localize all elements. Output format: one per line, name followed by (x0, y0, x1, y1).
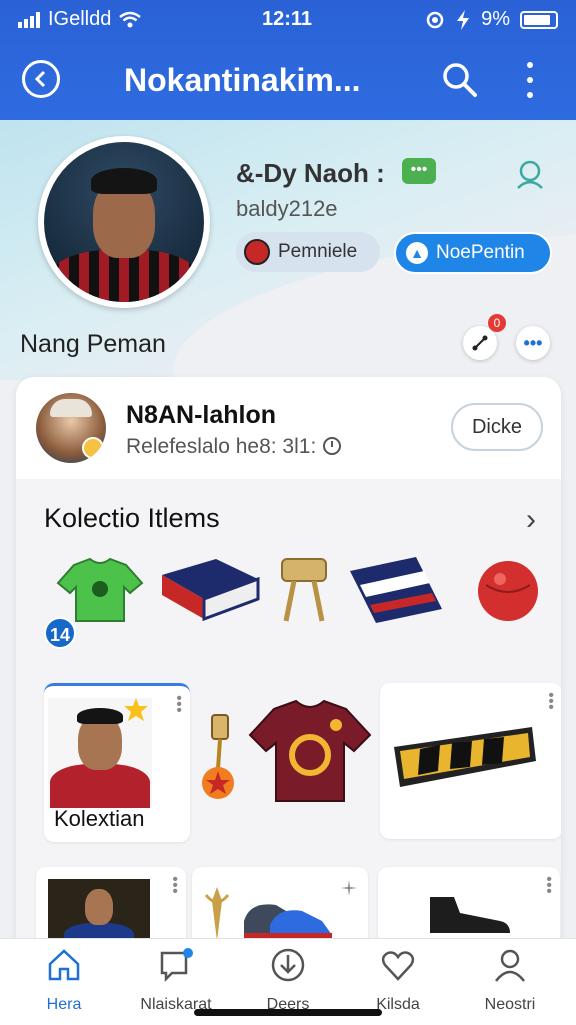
profile-handle: baldy212e (236, 196, 338, 221)
battery-icon (520, 10, 558, 29)
follow-button[interactable]: Dicke (451, 403, 543, 451)
profile-name: &-Dy Naoh : (236, 158, 385, 188)
top-bar: IGelldd 12:11 9% Nokantinakim... (0, 0, 576, 120)
nav-downloads[interactable]: Deers (238, 947, 338, 1014)
nav-profile[interactable]: Neostri (460, 947, 560, 1014)
chip-team[interactable]: Pemniele (236, 232, 380, 272)
tile-menu-icon[interactable]: • • • (548, 688, 554, 716)
card-header: N8AN-lahlon Relefeslalo he8: 3l1: Dicke (16, 377, 561, 479)
banner-scarf-item (394, 727, 536, 787)
sparkle-icon (341, 880, 357, 896)
profile-avatar[interactable] (38, 136, 210, 308)
more-options-button[interactable]: ••• (516, 326, 550, 360)
chip-team-label: Pemniele (278, 241, 358, 262)
chevron-right-icon[interactable]: › (526, 503, 536, 537)
home-indicator[interactable] (194, 1009, 382, 1016)
user-subtitle: Relefeslalo he8: 3l1: (126, 435, 342, 459)
app-bar: Nokantinakim... (0, 48, 576, 112)
team-badge-icon (244, 239, 270, 265)
red-ball-item[interactable] (476, 555, 540, 625)
sneakers-item (244, 904, 332, 939)
charging-bolt-icon (457, 9, 470, 30)
profile-subname: Nang Peman (20, 330, 166, 358)
wifi-icon (119, 11, 142, 27)
user-name: N8AN-lahlon (126, 401, 276, 429)
chat-badge-icon[interactable]: ••• (402, 158, 436, 184)
clock-icon (323, 437, 342, 455)
green-jersey-item[interactable] (54, 555, 146, 625)
chip-action[interactable]: ▲ NoePentin (394, 232, 552, 274)
collection-card: N8AN-lahlon Relefeslalo he8: 3l1: Dicke … (16, 377, 561, 997)
follow-icon[interactable] (512, 158, 548, 190)
nav-favorites[interactable]: Kilsda (348, 947, 448, 1014)
folded-scarf-item[interactable] (156, 555, 262, 625)
battery-percent: 9% (481, 8, 510, 30)
medal-key-icon (202, 714, 234, 799)
home-icon (48, 949, 80, 981)
nav-messages[interactable]: Nlaiskarat (126, 947, 226, 1014)
tile-label: Kolextian (54, 806, 145, 831)
person-icon (495, 949, 525, 982)
search-icon[interactable] (440, 60, 480, 100)
chat-icon (160, 948, 193, 983)
status-bar: IGelldd 12:11 9% (0, 0, 576, 40)
star-badge-icon (124, 698, 148, 721)
collection-items-row (44, 555, 544, 645)
red-jersey-item (248, 699, 372, 802)
striped-scarf-item[interactable] (346, 555, 446, 625)
app-title: Nokantinakim... (124, 62, 361, 98)
share-button[interactable] (463, 326, 497, 360)
section-title: Kolectio Itlems (44, 503, 220, 533)
user-avatar[interactable] (36, 393, 106, 463)
more-menu-icon[interactable] (520, 62, 540, 98)
trophy-stand-item[interactable] (276, 555, 332, 625)
back-button[interactable] (22, 60, 60, 98)
collection-tile-scarf[interactable]: • • • (380, 683, 561, 839)
share-icon (472, 335, 488, 351)
triangle-icon: ▲ (406, 242, 428, 264)
nav-home[interactable]: Hera (14, 947, 114, 1014)
carrier-label: IGelldd (48, 8, 112, 30)
signal-icon (18, 11, 40, 28)
tile-menu-icon[interactable]: • • • (172, 872, 178, 900)
location-icon (426, 11, 444, 28)
ellipsis-icon: ••• (523, 332, 543, 353)
trophy-icon (204, 887, 230, 941)
clock: 12:11 (262, 8, 313, 30)
tile-menu-icon[interactable]: • • • (546, 872, 552, 900)
arrow-left-icon (34, 70, 46, 88)
notification-badge: 0 (488, 314, 506, 332)
verified-badge-icon (82, 437, 104, 459)
boot-item (430, 897, 510, 933)
tile-menu-icon[interactable]: • • • (176, 691, 182, 719)
download-icon (271, 948, 305, 982)
chip-action-label: NoePentin (436, 242, 525, 263)
heart-icon (381, 951, 415, 981)
collection-tile-jersey[interactable] (192, 683, 378, 839)
item-count-badge: 14 (44, 617, 76, 649)
collection-tile-player[interactable]: • • • Kolextian (44, 683, 190, 842)
